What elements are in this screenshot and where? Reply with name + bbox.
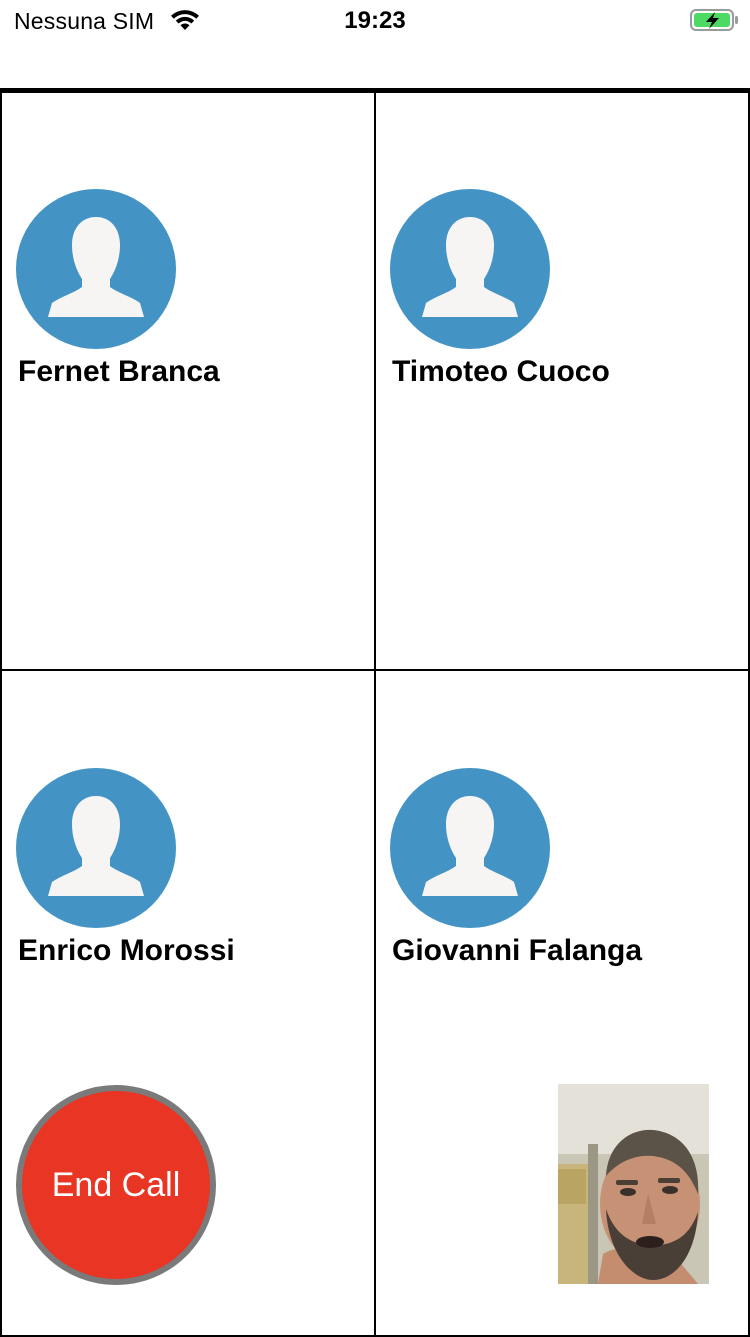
person-placeholder-icon [16, 189, 176, 349]
person-placeholder-icon [16, 768, 176, 928]
person-placeholder-icon [390, 189, 550, 349]
participant-name: Enrico Morossi [18, 934, 235, 967]
end-call-button[interactable]: End Call [16, 1085, 216, 1285]
participant-tile[interactable]: Timoteo Cuoco [374, 91, 750, 671]
participant-name: Fernet Branca [18, 355, 220, 388]
camera-preview-image [558, 1084, 709, 1284]
participant-name: Timoteo Cuoco [392, 355, 610, 388]
person-placeholder-icon [390, 768, 550, 928]
status-time: 19:23 [344, 7, 406, 34]
participant-tile[interactable]: Fernet Branca [0, 91, 376, 671]
status-bar: Nessuna SIM 19:23 [0, 0, 750, 40]
participant-name: Giovanni Falanga [392, 934, 643, 967]
self-camera-preview[interactable] [558, 1084, 709, 1284]
battery-charging-icon [690, 9, 738, 31]
end-call-label: End Call [51, 1165, 181, 1204]
